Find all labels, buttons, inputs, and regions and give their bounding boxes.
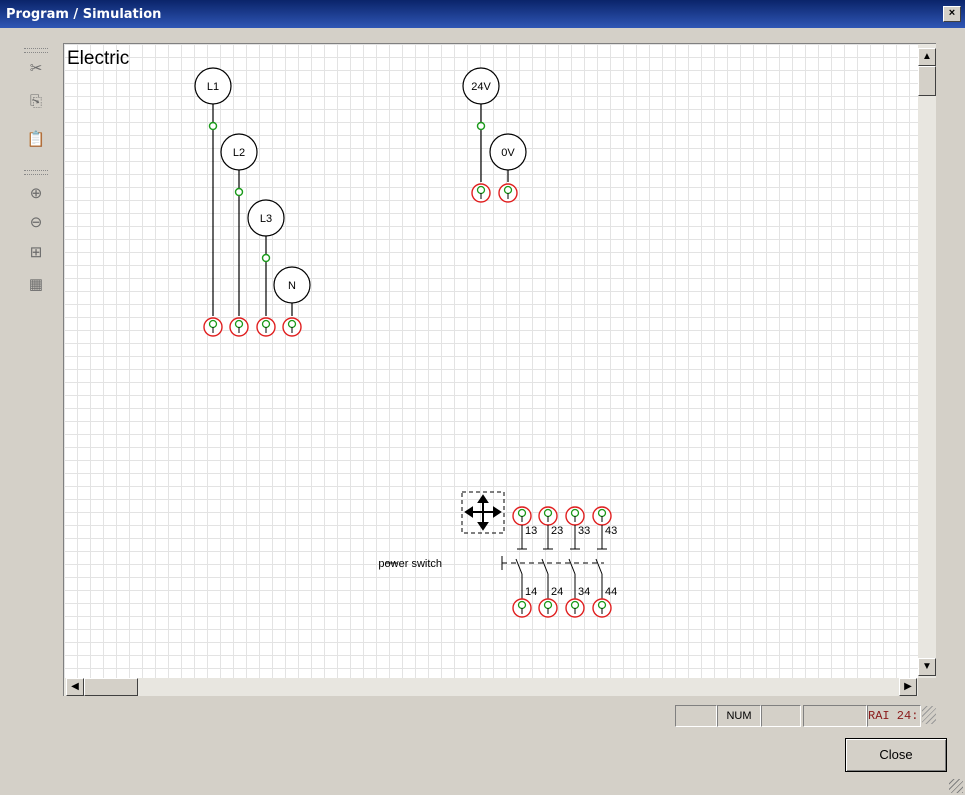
power-switch-label: power switch [378, 558, 442, 570]
terminal-icon[interactable] [592, 506, 612, 526]
switch-poles[interactable]: 13 14 23 24 33 34 43 44 [501, 506, 617, 618]
terminal-icon[interactable] [282, 317, 302, 337]
vertical-scroll-thumb[interactable] [918, 66, 936, 96]
source-0V[interactable]: 0V [489, 133, 527, 171]
zoom-in-icon[interactable]: ⊕ [25, 183, 47, 205]
toolbar-grip[interactable] [24, 48, 48, 53]
source-label: L1 [207, 81, 219, 93]
source-24V[interactable]: 24V [462, 67, 500, 105]
switch-pole[interactable]: 13 14 [515, 525, 537, 599]
terminal-number: 14 [525, 586, 537, 598]
source-label: 24V [471, 81, 491, 93]
vertical-toolbar: ✂ ⎘ 📋 ⊕ ⊖ ⊞ ▦ [18, 44, 56, 306]
paste-icon[interactable]: 📋 [25, 129, 47, 151]
switch-pole[interactable]: 33 34 [568, 525, 590, 599]
terminal-number: 34 [578, 586, 590, 598]
terminal-icon[interactable] [471, 183, 491, 203]
title-bar: Program / Simulation × [0, 0, 965, 28]
scroll-right-button[interactable]: ▶ [899, 678, 917, 696]
source-label: L2 [233, 147, 245, 159]
terminal-icon[interactable] [229, 317, 249, 337]
copy-icon[interactable]: ⎘ [25, 91, 47, 113]
horizontal-scroll-thumb[interactable] [84, 678, 138, 696]
terminal-number: 23 [551, 525, 563, 537]
switch-pole[interactable]: 23 24 [541, 525, 563, 599]
source-N[interactable]: N [273, 266, 311, 304]
source-label: L3 [260, 213, 272, 225]
terminal-number: 43 [605, 525, 617, 537]
terminal-icon[interactable] [565, 598, 585, 618]
resize-grip-icon[interactable] [949, 779, 963, 793]
zoom-fit-icon[interactable]: ⊞ [25, 242, 47, 264]
terminal-number: 33 [578, 525, 590, 537]
source-L1[interactable]: L1 [194, 67, 232, 105]
scroll-left-button[interactable]: ◀ [66, 678, 84, 696]
move-handle[interactable] [461, 491, 505, 534]
zoom-out-icon[interactable]: ⊖ [25, 212, 47, 234]
close-icon[interactable]: × [943, 6, 961, 22]
terminal-icon[interactable] [498, 183, 518, 203]
terminal-icon[interactable] [592, 598, 612, 618]
vertical-scrollbar[interactable]: ▲ ▼ [918, 43, 936, 679]
status-rai: RAI 24: [867, 705, 921, 727]
grid-icon[interactable]: ▦ [25, 274, 47, 296]
terminal-icon[interactable] [538, 506, 558, 526]
window-title: Program / Simulation [6, 7, 162, 22]
terminal-icon[interactable] [512, 506, 532, 526]
terminal-icon[interactable] [512, 598, 532, 618]
source-label: N [288, 280, 296, 292]
scroll-corner [918, 678, 936, 696]
source-L3[interactable]: L3 [247, 199, 285, 237]
close-button[interactable]: Close [845, 738, 947, 772]
status-num: NUM [717, 705, 761, 727]
source-L2[interactable]: L2 [220, 133, 258, 171]
diagram-title: Electric [67, 48, 129, 69]
terminal-number: 24 [551, 586, 563, 598]
circuit-diagram[interactable]: Electric L1 L2 L3 N 24V 0V power switch … [64, 44, 919, 679]
diagram-canvas[interactable]: Electric L1 L2 L3 N 24V 0V power switch … [63, 43, 920, 680]
source-label: 0V [501, 147, 515, 159]
horizontal-scrollbar[interactable]: ◀ ▶ [63, 678, 919, 696]
terminal-icon[interactable] [256, 317, 276, 337]
scroll-down-button[interactable]: ▼ [918, 658, 936, 676]
terminal-icon[interactable] [203, 317, 223, 337]
terminal-number: 44 [605, 586, 617, 598]
status-grip-icon[interactable] [922, 706, 936, 724]
terminal-icon[interactable] [565, 506, 585, 526]
status-pane-empty [803, 705, 867, 727]
terminal-number: 13 [525, 525, 537, 537]
toolbar-grip[interactable] [24, 170, 48, 175]
terminal-icon[interactable] [538, 598, 558, 618]
status-pane-empty [675, 705, 717, 727]
cut-icon[interactable]: ✂ [25, 58, 47, 80]
status-pane-empty [761, 705, 801, 727]
scroll-up-button[interactable]: ▲ [918, 48, 936, 66]
switch-pole[interactable]: 43 44 [595, 525, 617, 599]
supply-terminals[interactable] [203, 183, 518, 337]
